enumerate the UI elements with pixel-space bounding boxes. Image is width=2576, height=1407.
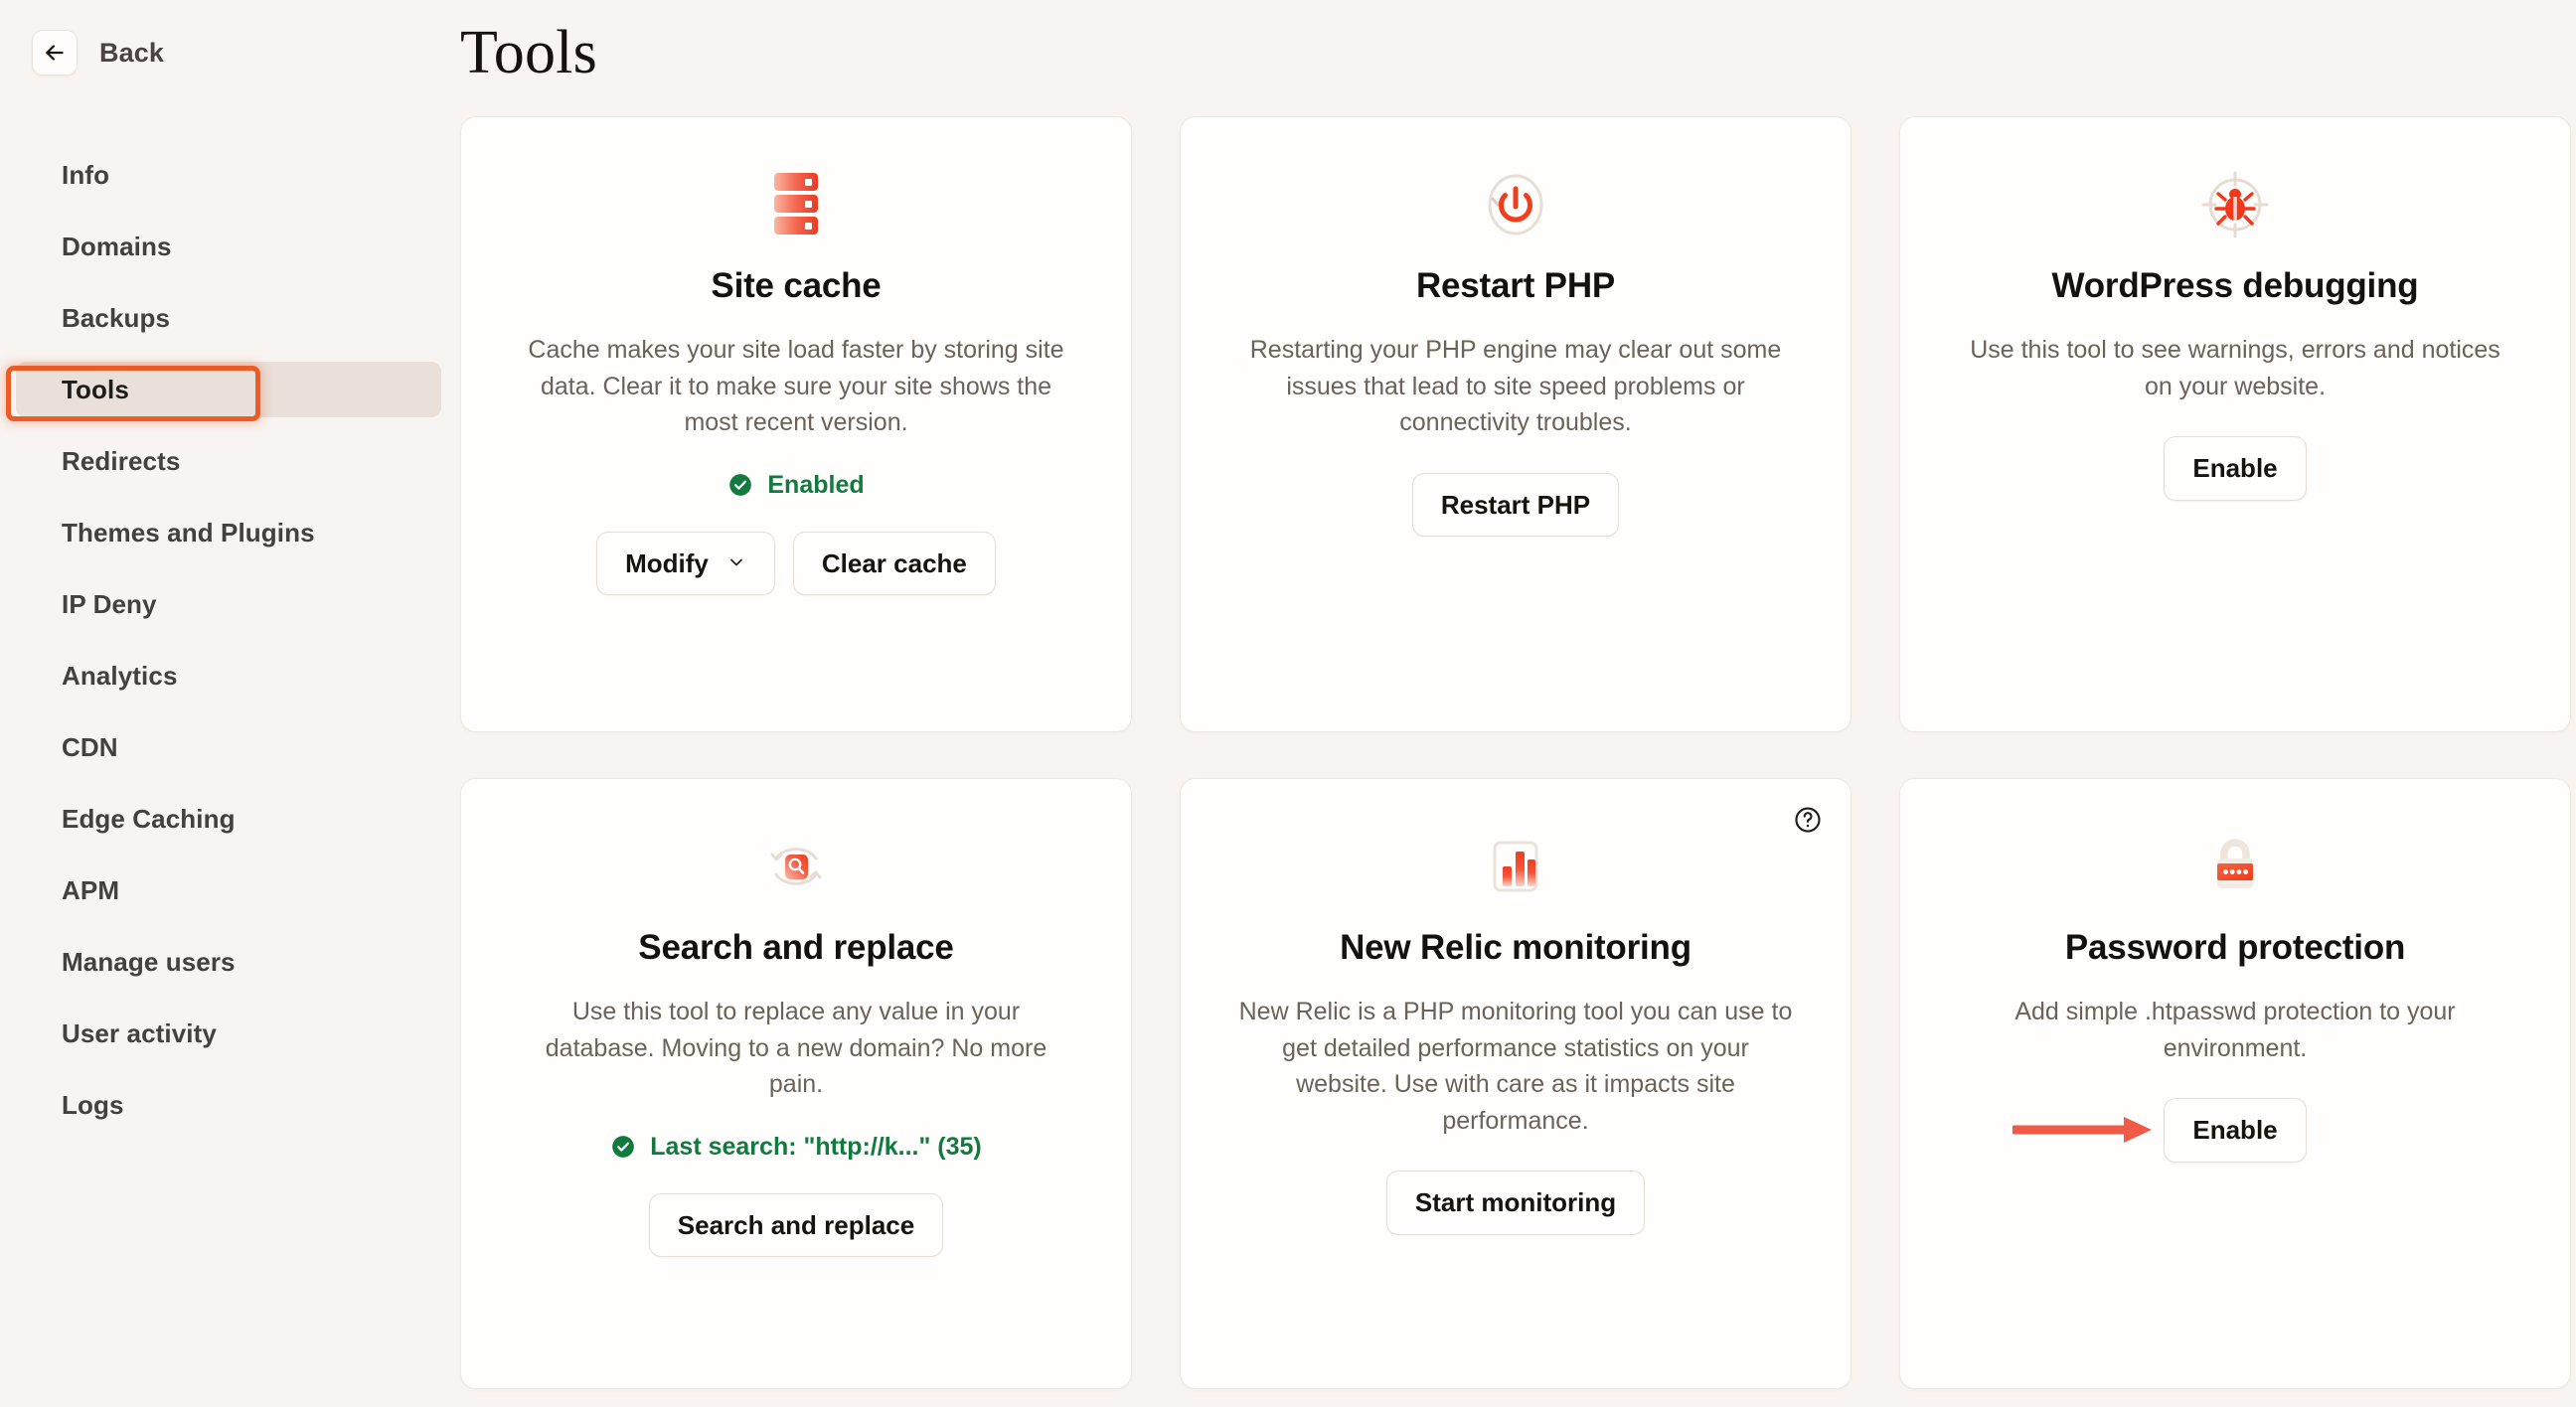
sidebar-item-domains[interactable]: Domains: [16, 219, 441, 274]
enable-button-wrapper: Enable: [2010, 1098, 2307, 1163]
tool-card-restart-php: Restart PHP Restarting your PHP engine m…: [1180, 116, 1852, 732]
card-actions: Modify Clear cache: [596, 531, 996, 595]
check-circle-icon: [727, 472, 753, 498]
sidebar: Back Info Domains Backups Tools Redirect…: [0, 0, 457, 1407]
tool-card-site-cache: Site cache Cache makes your site load fa…: [460, 116, 1132, 732]
tools-card-grid: Site cache Cache makes your site load fa…: [457, 116, 2576, 1389]
page-title: Tools: [460, 19, 597, 86]
status-badge: Enabled: [727, 470, 865, 500]
sidebar-item-apm[interactable]: APM: [16, 862, 441, 918]
card-title: WordPress debugging: [2051, 266, 2419, 305]
sidebar-item-label: Backups: [62, 302, 171, 333]
padlock-icon: [2199, 831, 2271, 902]
sidebar-item-user-activity[interactable]: User activity: [16, 1006, 441, 1061]
help-circle-icon[interactable]: [1793, 805, 1823, 835]
red-arrow-right-icon: [2010, 1113, 2162, 1147]
sidebar-item-label: Info: [62, 159, 110, 190]
enable-debugging-button-label: Enable: [2192, 453, 2278, 483]
sidebar-item-ip-deny[interactable]: IP Deny: [16, 576, 441, 632]
power-restart-icon: [1483, 169, 1548, 240]
enable-debugging-button[interactable]: Enable: [2164, 436, 2307, 501]
sidebar-item-redirects[interactable]: Redirects: [16, 433, 441, 489]
sidebar-item-tools[interactable]: Tools: [16, 362, 441, 417]
chevron-down-icon: [726, 547, 746, 580]
card-actions: Restart PHP: [1411, 472, 1620, 537]
modify-button-label: Modify: [625, 547, 709, 578]
sidebar-item-cdn[interactable]: CDN: [16, 719, 441, 775]
status-badge: Last search: "http://k..." (35): [610, 1133, 982, 1162]
clear-cache-button[interactable]: Clear cache: [792, 531, 996, 595]
start-monitoring-button[interactable]: Start monitoring: [1385, 1171, 1646, 1235]
tool-card-wordpress-debugging: WordPress debugging Use this tool to see…: [1899, 116, 2571, 732]
sidebar-item-label: Domains: [62, 231, 172, 261]
arrow-left-icon: [42, 40, 68, 66]
card-title: Password protection: [2064, 928, 2406, 967]
card-title: Search and replace: [638, 928, 954, 967]
main-content: Tools Site cache Cache makes your site l…: [457, 0, 2576, 1407]
card-title: Site cache: [711, 266, 882, 305]
tool-card-new-relic-monitoring: New Relic monitoring New Relic is a PHP …: [1180, 778, 1852, 1389]
sidebar-item-label: Edge Caching: [62, 803, 236, 834]
card-actions: Enable: [2010, 1098, 2307, 1163]
search-and-replace-button-label: Search and replace: [677, 1209, 915, 1240]
tool-card-password-protection: Password protection Add simple .htpasswd…: [1899, 778, 2571, 1389]
database-stack-icon: [766, 169, 826, 240]
status-label: Last search: "http://k..." (35): [650, 1132, 982, 1161]
sidebar-item-label: IP Deny: [62, 588, 157, 619]
sidebar-item-label: Tools: [62, 374, 129, 404]
back-navigation[interactable]: Back: [0, 30, 457, 76]
card-description: Use this tool to replace any value in yo…: [545, 998, 1047, 1098]
search-and-replace-button[interactable]: Search and replace: [648, 1192, 944, 1257]
sidebar-item-backups[interactable]: Backups: [16, 290, 441, 346]
enable-password-protection-button-label: Enable: [2192, 1115, 2278, 1145]
card-description: Use this tool to see warnings, errors an…: [1970, 336, 2500, 400]
sidebar-item-label: Manage users: [62, 946, 236, 977]
sidebar-item-label: Analytics: [62, 660, 178, 691]
enable-password-protection-button[interactable]: Enable: [2164, 1098, 2307, 1163]
card-title: New Relic monitoring: [1340, 928, 1691, 967]
sidebar-item-edge-caching[interactable]: Edge Caching: [16, 791, 441, 847]
tool-card-search-and-replace: Search and replace Use this tool to repl…: [460, 778, 1132, 1389]
search-replace-icon: [760, 831, 832, 902]
check-circle-icon: [610, 1134, 636, 1160]
sidebar-item-logs[interactable]: Logs: [16, 1077, 441, 1133]
sidebar-item-manage-users[interactable]: Manage users: [16, 934, 441, 990]
restart-php-button-label: Restart PHP: [1440, 489, 1591, 520]
sidebar-nav: Info Domains Backups Tools Redirects The…: [0, 147, 457, 1133]
card-actions: Search and replace: [648, 1192, 944, 1257]
sidebar-item-label: Logs: [62, 1089, 124, 1120]
back-label: Back: [99, 37, 164, 68]
status-label: Enabled: [767, 470, 865, 499]
restart-php-button[interactable]: Restart PHP: [1411, 472, 1620, 537]
sidebar-item-label: User activity: [62, 1017, 217, 1048]
card-actions: Enable: [2164, 436, 2307, 501]
modify-button[interactable]: Modify: [596, 531, 775, 595]
clear-cache-button-label: Clear cache: [821, 547, 967, 578]
bar-chart-icon: [1480, 831, 1551, 902]
card-description: New Relic is a PHP monitoring tool you c…: [1238, 998, 1793, 1135]
sidebar-item-label: APM: [62, 874, 120, 905]
sidebar-item-analytics[interactable]: Analytics: [16, 648, 441, 704]
card-description: Cache makes your site load faster by sto…: [528, 336, 1064, 436]
card-actions: Start monitoring: [1385, 1171, 1646, 1235]
bug-target-icon: [2199, 169, 2271, 240]
card-description: Add simple .htpasswd protection to your …: [2014, 998, 2456, 1062]
card-title: Restart PHP: [1415, 266, 1616, 305]
sidebar-item-info[interactable]: Info: [16, 147, 441, 203]
sidebar-item-label: Themes and Plugins: [62, 517, 315, 547]
card-description: Restarting your PHP engine may clear out…: [1249, 336, 1782, 436]
back-button[interactable]: [32, 30, 78, 76]
sidebar-item-themes-and-plugins[interactable]: Themes and Plugins: [16, 505, 441, 560]
sidebar-item-label: CDN: [62, 731, 118, 762]
start-monitoring-button-label: Start monitoring: [1414, 1187, 1617, 1217]
sidebar-item-label: Redirects: [62, 445, 181, 476]
